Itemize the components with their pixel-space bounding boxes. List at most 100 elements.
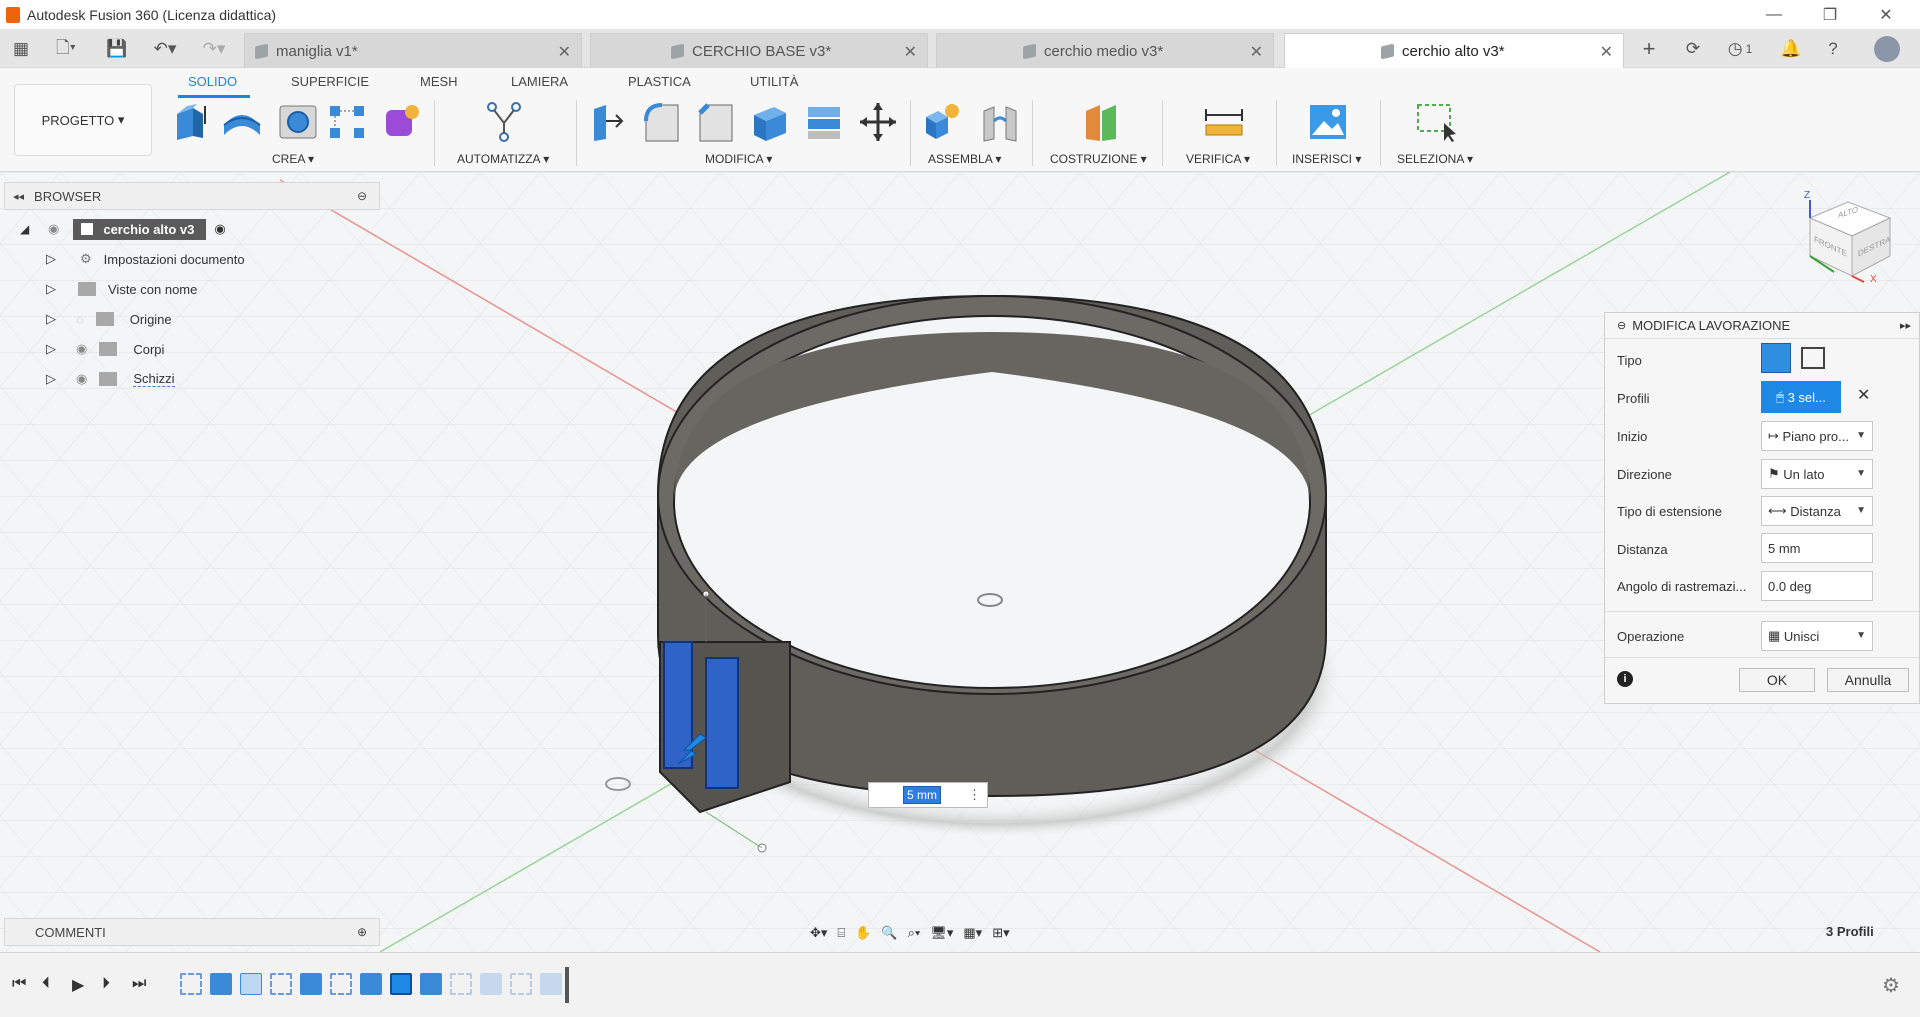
timeline-extrude[interactable] — [360, 973, 382, 995]
timeline-extrude[interactable] — [420, 973, 442, 995]
add-comment-icon[interactable]: ⊕ — [357, 925, 367, 939]
tree-item-settings[interactable]: ▷ ⚙ Impostazioni documento — [20, 244, 380, 274]
new-joint-icon[interactable] — [922, 100, 962, 144]
dimension-value[interactable]: 5 mm — [903, 786, 941, 804]
grid-settings-icon[interactable]: ▦▾ — [963, 925, 982, 941]
as-built-joint-icon[interactable] — [980, 100, 1020, 144]
clear-selection-icon[interactable]: ✕ — [1857, 385, 1870, 405]
close-tab-icon[interactable]: ✕ — [904, 42, 917, 62]
ok-button[interactable]: OK — [1739, 668, 1815, 692]
hidden-eye-icon[interactable]: ◌ — [76, 312, 84, 327]
group-crea[interactable]: CREA ▾ — [272, 152, 314, 166]
display-settings-icon[interactable]: 🖥▾ — [930, 925, 953, 941]
press-pull-icon[interactable] — [588, 100, 628, 144]
group-inserisci[interactable]: INSERISCI ▾ — [1292, 152, 1361, 166]
step-forward-icon[interactable]: ⏵ — [102, 975, 110, 993]
browser-panel-header[interactable]: ◂◂ BROWSER ⊖ — [4, 182, 380, 210]
notifications-icon[interactable]: 🔔 — [1778, 36, 1804, 62]
timeline-sketch-suppressed[interactable] — [510, 973, 532, 995]
tree-item-viste[interactable]: ▷ Viste con nome — [20, 274, 380, 304]
dialog-header[interactable]: ⊖ MODIFICA LAVORAZIONE ▸▸ — [1605, 313, 1919, 339]
minimize-button[interactable]: — — [1746, 0, 1802, 30]
tab-cerchio-medio[interactable]: cerchio medio v3* ✕ — [936, 33, 1274, 68]
group-verifica[interactable]: VERIFICA ▾ — [1186, 152, 1250, 166]
restore-button[interactable]: ❐ — [1802, 0, 1858, 30]
viewports-icon[interactable]: ⊞▾ — [992, 925, 1009, 941]
automate-icon[interactable] — [484, 100, 524, 144]
data-panel-icon[interactable]: ⟳ — [1680, 36, 1706, 62]
pan-icon[interactable]: ✋ — [855, 925, 871, 941]
expand-dialog-icon[interactable]: ▸▸ — [1900, 319, 1911, 332]
tab-cerchio-base[interactable]: CERCHIO BASE v3* ✕ — [590, 33, 928, 68]
expand-arrow-icon[interactable]: ▷ — [46, 281, 66, 297]
combine-icon[interactable] — [804, 100, 844, 144]
browser-pin-icon[interactable]: ⊖ — [357, 189, 367, 203]
type-body-button[interactable] — [1761, 343, 1791, 373]
expand-arrow-icon[interactable]: ▷ — [46, 251, 66, 267]
tab-plastica[interactable]: PLASTICA — [628, 74, 691, 89]
extent-type-select[interactable]: ⟷ Distanza ▼ — [1761, 496, 1873, 526]
group-costruzione[interactable]: COSTRUZIONE ▾ — [1050, 152, 1147, 166]
help-icon[interactable]: ? — [1820, 36, 1846, 62]
close-tab-icon[interactable]: ✕ — [1600, 42, 1613, 62]
new-tab-icon[interactable]: + — [1636, 36, 1662, 62]
chamfer-icon[interactable] — [696, 100, 736, 144]
tree-root[interactable]: ◢ ◉ cerchio alto v3 ◉ — [20, 214, 380, 244]
taper-angle-input[interactable]: 0.0 deg — [1761, 571, 1873, 601]
profiles-select-button[interactable]: 🖱 3 sel... — [1761, 381, 1841, 413]
distance-dimension-input[interactable]: 5 mm ⋮ — [868, 782, 988, 808]
collapse-browser-icon[interactable]: ◂◂ — [13, 190, 24, 203]
job-status-icon[interactable]: ◷ 1 — [1718, 36, 1762, 62]
timeline-settings-gear-icon[interactable]: ⚙ — [1882, 973, 1900, 998]
timeline-sketch-suppressed[interactable] — [450, 973, 472, 995]
visibility-eye-icon[interactable]: ◉ — [48, 221, 59, 237]
workspace-switcher[interactable]: PROGETTO ▾ — [14, 84, 152, 156]
move-icon[interactable] — [858, 100, 898, 144]
expand-arrow-icon[interactable]: ▷ — [46, 341, 66, 357]
group-seleziona[interactable]: SELEZIONA ▾ — [1397, 152, 1473, 166]
look-at-icon[interactable]: ⌸ — [837, 925, 845, 941]
pattern-icon[interactable] — [328, 100, 368, 144]
timeline-feature[interactable] — [240, 973, 262, 995]
file-menu-icon[interactable]: 🗋▾ — [46, 36, 86, 62]
tab-mesh[interactable]: MESH — [420, 74, 458, 89]
direction-select[interactable]: ⚑ Un lato ▼ — [1761, 459, 1873, 489]
undo-icon[interactable]: ↶▾ — [145, 36, 185, 62]
zoom-icon[interactable]: 🔍 — [881, 925, 897, 941]
fit-icon[interactable]: ⌕▾ — [908, 925, 921, 941]
visibility-eye-icon[interactable]: ◉ — [76, 341, 87, 357]
type-surface-button[interactable] — [1801, 347, 1825, 369]
measure-icon[interactable] — [1204, 100, 1244, 144]
user-avatar[interactable] — [1872, 36, 1902, 62]
go-to-end-icon[interactable]: ⏭ — [132, 975, 146, 993]
tab-utilita[interactable]: UTILITÀ — [750, 74, 798, 89]
create-form-icon[interactable] — [382, 100, 422, 144]
dimension-menu-icon[interactable]: ⋮ — [968, 787, 981, 803]
tab-solido[interactable]: SOLIDO — [188, 74, 237, 89]
go-to-start-icon[interactable]: ⏮ — [12, 975, 26, 993]
timeline-marker[interactable] — [565, 967, 569, 1003]
visibility-eye-icon[interactable]: ◉ — [76, 371, 87, 387]
view-cube[interactable]: ALTO FRONTE DESTRA Z X — [1790, 190, 1910, 285]
timeline-sketch[interactable] — [330, 973, 352, 995]
step-back-icon[interactable]: ⏴ — [42, 975, 50, 993]
fillet-icon[interactable] — [642, 100, 682, 144]
timeline-active-feature[interactable] — [390, 973, 412, 995]
timeline-extrude-suppressed[interactable] — [480, 973, 502, 995]
hole-icon[interactable] — [278, 100, 318, 144]
activate-radio-icon[interactable]: ◉ — [214, 221, 225, 237]
timeline-sketch[interactable] — [180, 973, 202, 995]
tab-cerchio-alto[interactable]: cerchio alto v3* ✕ — [1284, 33, 1624, 68]
distance-input[interactable]: 5 mm — [1761, 533, 1873, 563]
collapse-dialog-icon[interactable]: ⊖ — [1617, 319, 1626, 332]
tree-item-schizzi[interactable]: ▷ ◉ Schizzi — [20, 364, 380, 394]
timeline-sketch[interactable] — [270, 973, 292, 995]
group-assembla[interactable]: ASSEMBLA ▾ — [928, 152, 1001, 166]
collapse-arrow-icon[interactable]: ◢ — [20, 222, 40, 236]
info-icon[interactable]: i — [1617, 671, 1633, 687]
orbit-icon[interactable]: ✥▾ — [810, 925, 827, 941]
tree-item-corpi[interactable]: ▷ ◉ Corpi — [20, 334, 380, 364]
start-select[interactable]: ↦ Piano pro... ▼ — [1761, 421, 1873, 451]
new-component-icon[interactable] — [170, 100, 210, 144]
group-automatizza[interactable]: AUTOMATIZZA ▾ — [457, 152, 549, 166]
